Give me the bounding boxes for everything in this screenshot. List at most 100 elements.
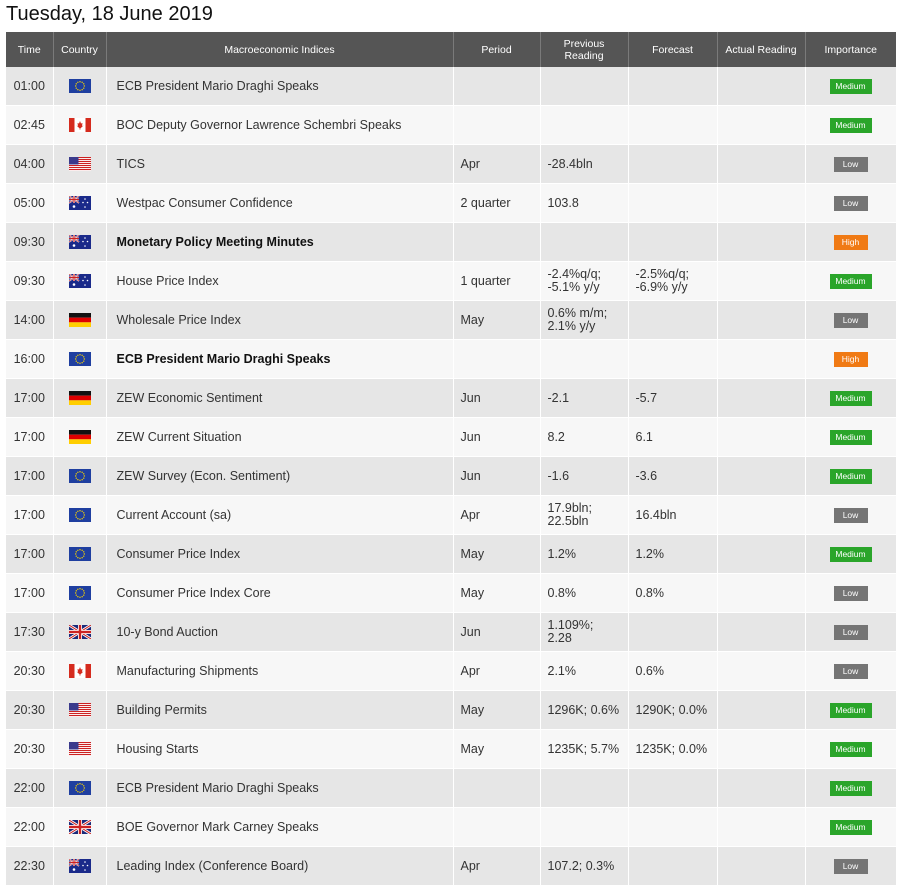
importance-badge: High [833,352,868,367]
event-time: 02:45 [6,105,54,145]
table-row: 22:00 ECB President Mario Draghi Speaks Me… [6,768,897,808]
germany-flag-icon [68,430,91,445]
col-header-actual: Actual Reading [717,32,806,67]
forecast-cell [628,846,718,886]
col-header-previous: Previous Reading [540,32,629,67]
actual-reading-cell [717,729,806,769]
country-cell [53,495,107,535]
event-time: 01:00 [6,67,54,106]
actual-reading-cell [717,768,806,808]
previous-reading-cell [540,807,629,847]
indicator-name: House Price Index [106,261,454,301]
forecast-cell [628,67,718,106]
previous-reading-cell: -2.1 [540,378,629,418]
event-time: 20:30 [6,690,54,730]
importance-badge: Medium [829,781,872,796]
actual-reading-cell [717,417,806,457]
event-time: 17:30 [6,612,54,652]
event-time: 22:00 [6,807,54,847]
period-cell [453,105,541,145]
indicator-name: ZEW Survey (Econ. Sentiment) [106,456,454,496]
country-cell [53,183,107,223]
event-time: 17:00 [6,417,54,457]
importance-cell: Low [805,651,897,691]
importance-badge: Medium [829,469,872,484]
table-row: 17:00 Current Account (sa) Apr 17.9bln; 22.… [6,495,897,535]
table-row: 04:00 TICS Apr -28.4bln Low [6,144,897,184]
country-cell [53,144,107,184]
importance-badge: Medium [829,274,872,289]
country-cell [53,300,107,340]
importance-badge: Medium [829,547,872,562]
indicator-name: Consumer Price Index [106,534,454,574]
table-header-row: Time Country Macroeconomic Indices Perio… [6,32,896,67]
event-time: 17:00 [6,573,54,613]
importance-badge: High [833,235,868,250]
actual-reading-cell [717,261,806,301]
previous-reading-cell: 17.9bln; 22.5bln [540,495,629,535]
table-row: 14:00 Wholesale Price Index May 0.6% m/m; 2… [6,300,897,340]
forecast-cell [628,105,718,145]
importance-cell: Medium [805,690,897,730]
country-cell [53,456,107,496]
previous-reading-cell: -28.4bln [540,144,629,184]
importance-cell: Medium [805,534,897,574]
previous-reading-cell: 1235K; 5.7% [540,729,629,769]
event-time: 05:00 [6,183,54,223]
australia-flag-icon [68,195,91,211]
indicator-name: 10-y Bond Auction [106,612,454,652]
importance-badge: Low [833,196,868,211]
previous-reading-cell [540,768,629,808]
importance-badge: Low [833,313,868,328]
period-cell: Jun [453,378,541,418]
usa-flag-icon [68,157,91,172]
importance-badge: Medium [829,79,872,94]
table-row: 20:30 Housing Starts May 1235K; 5.7% 1235K; … [6,729,897,769]
forecast-cell [628,144,718,184]
country-cell [53,612,107,652]
indicator-name: ZEW Current Situation [106,417,454,457]
actual-reading-cell [717,612,806,652]
indicator-name: Building Permits [106,690,454,730]
eu-flag-icon [68,469,91,484]
importance-badge: Medium [829,742,872,757]
indicator-name: Manufacturing Shipments [106,651,454,691]
actual-reading-cell [717,378,806,418]
importance-badge: Low [833,157,868,172]
importance-cell: Low [805,144,897,184]
forecast-cell [628,339,718,379]
importance-badge: Low [833,586,868,601]
forecast-cell [628,183,718,223]
indicator-name: Westpac Consumer Confidence [106,183,454,223]
actual-reading-cell [717,105,806,145]
previous-reading-cell: 8.2 [540,417,629,457]
importance-cell: Low [805,846,897,886]
actual-reading-cell [717,144,806,184]
importance-cell: Low [805,300,897,340]
table-row: 01:00 ECB President Mario Draghi Speaks Me… [6,67,897,106]
country-cell [53,651,107,691]
table-row: 17:00 Consumer Price Index May 1.2% 1.2% Medi… [6,534,897,574]
previous-reading-cell: 1.109%; 2.28 [540,612,629,652]
importance-cell: Low [805,612,897,652]
actual-reading-cell [717,222,806,262]
importance-cell: Medium [805,729,897,769]
previous-reading-cell: 1296K; 0.6% [540,690,629,730]
event-time: 16:00 [6,339,54,379]
importance-cell: High [805,222,897,262]
event-time: 09:30 [6,261,54,301]
indicator-name: Wholesale Price Index [106,300,454,340]
actual-reading-cell [717,573,806,613]
importance-cell: Medium [805,768,897,808]
importance-cell: High [805,339,897,379]
period-cell [453,222,541,262]
table-row: 05:00 Westpac Consumer Confidence 2 quarte… [6,183,897,223]
importance-cell: Medium [805,67,897,106]
previous-reading-cell: 2.1% [540,651,629,691]
previous-reading-cell: 0.8% [540,573,629,613]
col-header-importance: Importance [805,32,896,67]
germany-flag-icon [68,313,91,328]
indicator-name: BOE Governor Mark Carney Speaks [106,807,454,847]
event-time: 09:30 [6,222,54,262]
previous-reading-cell: -1.6 [540,456,629,496]
